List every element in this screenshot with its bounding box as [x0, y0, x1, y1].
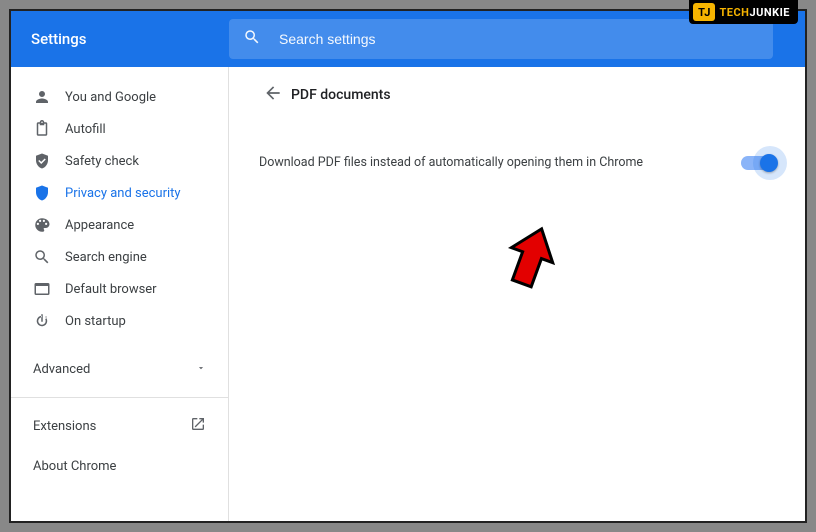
- brand-text-2: JUNKIE: [749, 6, 790, 19]
- content-area: PDF documents Download PDF files instead…: [229, 67, 805, 521]
- sidebar: You and Google Autofill Safety check Pri…: [11, 67, 229, 521]
- sidebar-item-about-chrome[interactable]: About Chrome: [11, 446, 228, 486]
- sidebar-item-label: Appearance: [65, 218, 134, 233]
- shield-icon: [33, 184, 65, 202]
- annotation-arrow-icon: [503, 223, 559, 293]
- extensions-label: Extensions: [33, 419, 96, 434]
- sidebar-item-on-startup[interactable]: On startup: [11, 305, 228, 337]
- advanced-toggle[interactable]: Advanced: [11, 349, 228, 389]
- search-icon: [243, 28, 279, 50]
- sidebar-item-label: On startup: [65, 314, 126, 329]
- header: Settings: [11, 11, 805, 67]
- clipboard-icon: [33, 120, 65, 138]
- sidebar-item-search-engine[interactable]: Search engine: [11, 241, 228, 273]
- palette-icon: [33, 216, 65, 234]
- person-icon: [33, 88, 65, 106]
- window-frame: Settings You and Google Autofill: [0, 0, 816, 532]
- search-input[interactable]: [279, 31, 759, 47]
- shield-check-icon: [33, 152, 65, 170]
- brand-badge-icon: TJ: [693, 3, 715, 21]
- divider: [11, 397, 228, 398]
- toggle-download-pdf[interactable]: [741, 156, 775, 170]
- sidebar-item-extensions[interactable]: Extensions: [11, 406, 228, 446]
- page-title: PDF documents: [291, 87, 391, 103]
- sidebar-item-label: Autofill: [65, 122, 106, 137]
- back-button[interactable]: [259, 81, 287, 109]
- sidebar-item-default-browser[interactable]: Default browser: [11, 273, 228, 305]
- advanced-label: Advanced: [33, 362, 90, 377]
- sidebar-item-label: You and Google: [65, 90, 156, 105]
- about-label: About Chrome: [33, 459, 116, 474]
- sidebar-item-appearance[interactable]: Appearance: [11, 209, 228, 241]
- search-box[interactable]: [229, 19, 773, 59]
- arrow-back-icon: [263, 83, 283, 107]
- page-header: PDF documents: [229, 67, 805, 123]
- search-icon: [33, 248, 65, 266]
- watermark-badge: TJ TECHJUNKIE: [689, 0, 798, 24]
- toggle-knob: [760, 154, 778, 172]
- setting-label: Download PDF files instead of automatica…: [259, 155, 643, 170]
- header-title: Settings: [31, 30, 229, 48]
- browser-icon: [33, 280, 65, 298]
- setting-row-download-pdf: Download PDF files instead of automatica…: [229, 155, 805, 170]
- app-window: Settings You and Google Autofill: [9, 9, 807, 523]
- sidebar-item-label: Default browser: [65, 282, 157, 297]
- sidebar-item-label: Privacy and security: [65, 186, 181, 201]
- sidebar-item-privacy-and-security[interactable]: Privacy and security: [11, 177, 228, 209]
- open-external-icon: [190, 416, 206, 436]
- sidebar-item-you-and-google[interactable]: You and Google: [11, 81, 228, 113]
- chevron-down-icon: [196, 362, 206, 377]
- sidebar-item-label: Search engine: [65, 250, 147, 265]
- brand-text-1: TECH: [719, 6, 749, 19]
- sidebar-item-safety-check[interactable]: Safety check: [11, 145, 228, 177]
- sidebar-item-autofill[interactable]: Autofill: [11, 113, 228, 145]
- power-icon: [33, 312, 65, 330]
- sidebar-item-label: Safety check: [65, 154, 139, 169]
